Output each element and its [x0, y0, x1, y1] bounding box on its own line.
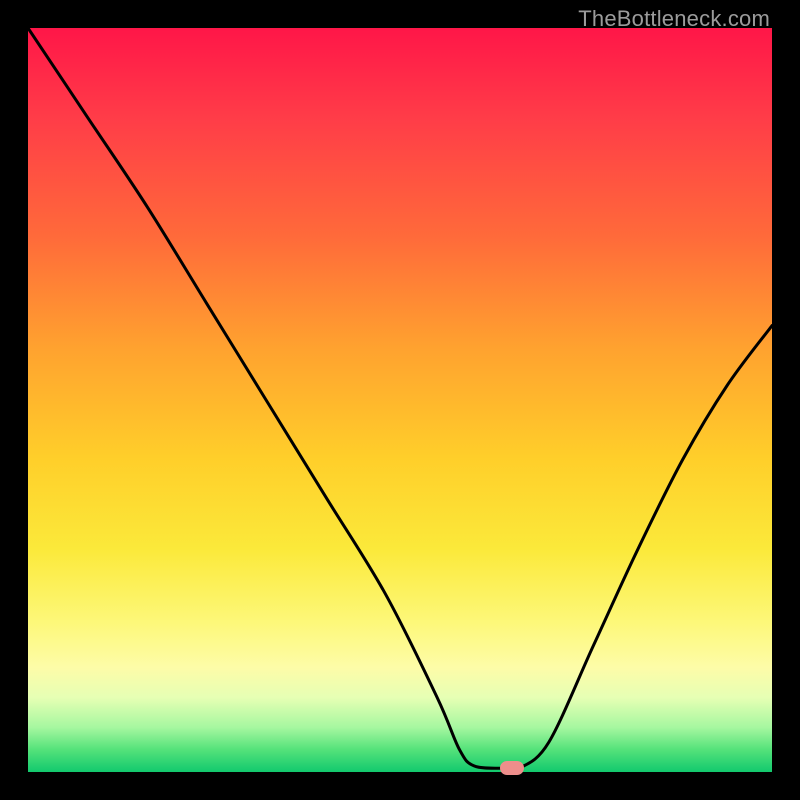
- bottleneck-curve-path: [28, 28, 772, 770]
- plot-area: [28, 28, 772, 772]
- attribution-label: TheBottleneck.com: [578, 6, 770, 32]
- curve-layer: [28, 28, 772, 772]
- bottleneck-chart: TheBottleneck.com: [0, 0, 800, 800]
- optimal-point-marker: [500, 761, 524, 775]
